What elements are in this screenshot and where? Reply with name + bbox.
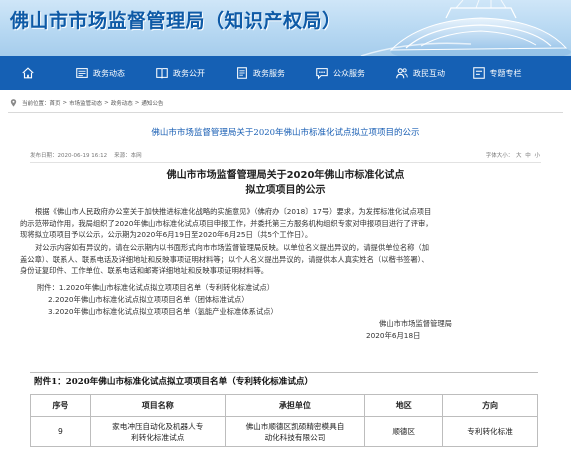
doc-icon	[237, 67, 247, 79]
nav-label: 政务服务	[253, 68, 285, 78]
divider	[8, 112, 563, 113]
heading-line: 拟立项项目的公示	[245, 185, 326, 196]
home-icon	[22, 67, 34, 79]
nav-open-gov[interactable]: 政务公开	[140, 56, 220, 90]
header-unit: 承担单位	[224, 394, 366, 417]
paragraph-line: 盖公章）、联系人、联系电话及详细地址和反映事项证明材料等；以个人名义提出异议的，…	[20, 254, 429, 264]
stadium-illustration	[360, 0, 571, 56]
table-caption: 附件1：2020年佛山市标准化试点拟立项项目名单（专利转化标准试点）	[30, 372, 538, 390]
publish-time: 发布日期：2020-06-19 16:12	[30, 153, 108, 159]
article-source: 来源：本网	[114, 153, 142, 159]
nav-label: 政务动态	[93, 68, 125, 78]
attachment-1[interactable]: 附件：1.2020年佛山市标准化试点拟立项项目名单（专利转化标准试点）	[37, 282, 274, 294]
font-size-small[interactable]: 小	[534, 153, 540, 159]
breadcrumb-separator: >	[62, 100, 68, 106]
page-title: 佛山市市场监督管理局关于2020年佛山市标准化试点拟立项项目的公示	[151, 128, 420, 138]
cell-unit: 佛山市顺德区凯硕精密模具自 动化科技有限公司	[224, 416, 366, 447]
article-meta: 发布日期：2020-06-19 16:12 来源：本网 字体大小： 大 中 小	[30, 151, 541, 161]
header-no: 序号	[30, 394, 91, 417]
font-size-large[interactable]: 大	[516, 153, 522, 159]
cell-region: 顺德区	[364, 416, 444, 447]
sign-date: 2020年6月18日	[366, 331, 421, 340]
project-table: 序号 项目名称 承担单位 地区 方向 9 家电冲压自动化及机器人专 利转化标准试…	[30, 394, 538, 447]
main-nav: 政务动态 政务公开 政务服务 公众服务 政民互动 专题专栏	[0, 56, 571, 90]
document-heading: 佛山市市场监督管理局关于2020年佛山市标准化试点 拟立项项目的公示	[0, 168, 571, 198]
breadcrumb-home[interactable]: 首页	[50, 99, 61, 107]
attachment-link[interactable]: 1.2020年佛山市标准化试点拟立项项目名单（专利转化标准试点）	[59, 283, 274, 292]
chat-icon	[316, 68, 328, 80]
table-header-row: 序号 项目名称 承担单位 地区 方向	[30, 394, 538, 417]
breadcrumb: 当前位置： 首页 > 市场监管动态 > 政务动态 > 通知公告	[10, 96, 163, 110]
paragraph-1: 根据《佛山市人民政府办公室关于加快推进标准化战略的实施意见》（佛府办〔2018〕…	[20, 206, 433, 241]
cell-line: 佛山市顺德区凯硕精密模具自	[245, 421, 345, 431]
paragraph-line: 根据《佛山市人民政府办公室关于加快推进标准化战略的实施意见》（佛府办〔2018〕…	[35, 207, 432, 216]
paragraph-line: 身份证复印件、工作单位、联系电话和邮寄详细地址和反映事项证明材料等。	[20, 266, 269, 275]
nav-news[interactable]: 政务动态	[60, 56, 140, 90]
paragraph-line: 的示范带动作用，我局组织了2020年佛山市标准化试点项目申报工作，并委托第三方服…	[20, 218, 433, 228]
table-row: 9 家电冲压自动化及机器人专 利转化标准试点 佛山市顺德区凯硕精密模具自 动化科…	[30, 416, 538, 447]
font-size-medium[interactable]: 中	[525, 153, 531, 159]
book-icon	[156, 68, 168, 79]
nav-label: 政务公开	[173, 68, 205, 78]
cell-name: 家电冲压自动化及机器人专 利转化标准试点	[89, 416, 226, 447]
cell-no: 9	[30, 416, 91, 447]
nav-topics[interactable]: 专题专栏	[460, 56, 533, 90]
location-pin-icon	[10, 99, 17, 107]
nav-label: 政民互动	[413, 68, 445, 78]
divider	[30, 162, 541, 163]
header-name: 项目名称	[89, 394, 226, 417]
cell-line: 利转化标准试点	[131, 432, 185, 442]
breadcrumb-separator: >	[104, 100, 109, 106]
breadcrumb-market[interactable]: 市场监管动态	[69, 99, 102, 107]
publish-info: 发布日期：2020-06-19 16:12 来源：本网	[30, 151, 142, 159]
breadcrumb-separator: >	[134, 100, 140, 106]
nav-label: 专题专栏	[489, 68, 522, 78]
cell-direction: 专利转化标准	[442, 416, 538, 447]
nav-interaction[interactable]: 政民互动	[380, 56, 460, 90]
cell-line: 动化科技有限公司	[264, 432, 326, 442]
nav-label: 公众服务	[333, 68, 365, 78]
paragraph-2: 对公示内容如有异议的，请在公示期内以书面形式向市市场监督管理局反映。以单位名义提…	[20, 242, 429, 277]
paragraph-line: 对公示内容如有异议的，请在公示期内以书面形式向市市场监督管理局反映。以单位名义提…	[35, 243, 430, 252]
header-region: 地区	[364, 394, 444, 417]
people-icon	[396, 68, 408, 79]
breadcrumb-prefix: 当前位置：	[22, 101, 50, 107]
site-title: 佛山市市场监督管理局（知识产权局）	[10, 10, 342, 32]
breadcrumb-notice[interactable]: 通知公告	[141, 99, 163, 107]
attachment-2[interactable]: 2.2020年佛山市标准化试点拟立项项目名单（团体标准试点）	[48, 294, 249, 306]
breadcrumb-news[interactable]: 政务动态	[111, 99, 133, 107]
signer: 佛山市市场监督管理局	[379, 319, 452, 328]
cell-line: 家电冲压自动化及机器人专	[112, 421, 204, 431]
news-icon	[76, 68, 88, 78]
nav-gov-service[interactable]: 政务服务	[220, 56, 300, 90]
heading-line: 佛山市市场监督管理局关于2020年佛山市标准化试点	[166, 170, 405, 181]
font-size-label: 字体大小：	[485, 153, 514, 159]
site-banner: 佛山市市场监督管理局（知识产权局）	[0, 0, 571, 56]
header-direction: 方向	[442, 394, 538, 417]
nav-home[interactable]	[0, 56, 60, 90]
topic-icon	[472, 67, 485, 79]
font-size-switch: 字体大小： 大 中 小	[486, 151, 541, 159]
paragraph-line: 现将拟立项项目予以公示，公示期为2020年6月19日至2020年6月25日（共5…	[20, 230, 313, 239]
attachment-3[interactable]: 3.2020年佛山市标准化试点拟立项项目名单（氢能产业标准体系试点）	[48, 306, 278, 318]
attachments-label: 附件：	[37, 283, 59, 292]
nav-public-service[interactable]: 公众服务	[300, 56, 380, 90]
